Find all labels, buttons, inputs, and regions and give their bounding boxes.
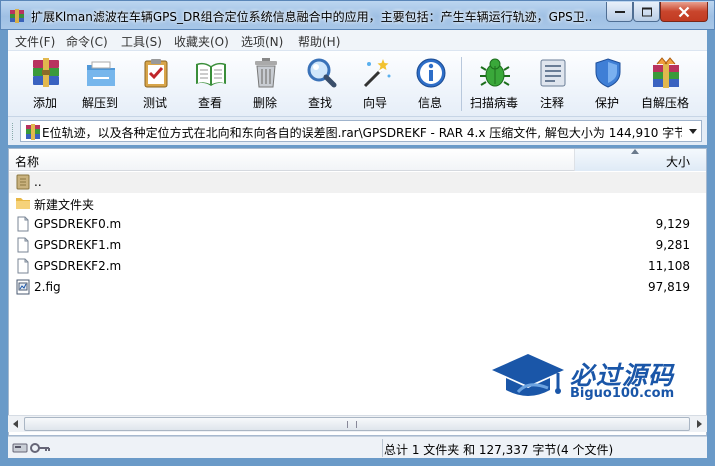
menu-tools[interactable]: 工具(S) bbox=[121, 33, 162, 50]
file-icon bbox=[17, 258, 29, 274]
rar-archive-icon bbox=[26, 124, 40, 140]
parent-folder-icon bbox=[16, 174, 30, 190]
address-bar: E位轨迹，以及各种定位方式在北向和东向各自的误差图.rar\GPSDREKF -… bbox=[8, 116, 707, 145]
status-summary: 总计 1 文件夹 和 127,337 字节(4 个文件) bbox=[384, 443, 614, 457]
find-magnifier-icon bbox=[307, 58, 337, 88]
extract-to-button[interactable]: 解压到 bbox=[73, 51, 127, 117]
item-size: 9,129 bbox=[655, 217, 690, 231]
column-size-header[interactable]: 大小 bbox=[575, 149, 706, 171]
sfx-archive-icon bbox=[653, 57, 679, 88]
scan-virus-label: 扫描病毒 bbox=[469, 96, 518, 110]
list-item-file[interactable]: GPSDREKF1.m 9,281 bbox=[9, 235, 706, 256]
wizard-wand-icon bbox=[363, 59, 391, 88]
delete-trash-icon bbox=[255, 58, 277, 88]
item-name: 新建文件夹 bbox=[34, 198, 95, 212]
maximize-button[interactable] bbox=[633, 2, 660, 22]
extract-to-folder-icon bbox=[87, 61, 115, 86]
test-clipboard-icon bbox=[144, 59, 168, 88]
scan-virus-icon bbox=[480, 58, 510, 87]
find-button[interactable]: 查找 bbox=[293, 51, 347, 117]
test-button[interactable]: 测试 bbox=[128, 51, 182, 117]
watermark-site: Biguo100.com bbox=[570, 386, 675, 401]
item-name: 2.fig bbox=[34, 280, 61, 294]
list-item-parent[interactable]: .. bbox=[9, 172, 706, 193]
item-name: .. bbox=[34, 175, 42, 189]
list-item-file[interactable]: 2.fig 97,819 bbox=[9, 277, 706, 298]
close-button[interactable] bbox=[660, 2, 708, 22]
menu-commands[interactable]: 命令(C) bbox=[66, 33, 108, 50]
add-archive-icon bbox=[33, 58, 59, 87]
comment-icon bbox=[540, 59, 566, 87]
scroll-right-icon[interactable] bbox=[693, 418, 705, 430]
column-name-header[interactable]: 名称 bbox=[15, 153, 39, 170]
horizontal-scrollbar[interactable] bbox=[8, 415, 707, 432]
item-name: GPSDREKF1.m bbox=[34, 238, 122, 252]
scrollbar-thumb[interactable] bbox=[24, 417, 690, 431]
toolbar: 添加 解压到 测试 查看 删除 查找 向导 信息 扫描病毒 注释 保护 自解压格 bbox=[8, 50, 707, 116]
info-label: 信息 bbox=[417, 96, 442, 110]
close-icon bbox=[678, 6, 690, 17]
item-size: 11,108 bbox=[648, 259, 690, 273]
protect-shield-icon bbox=[595, 58, 621, 88]
folder-icon bbox=[16, 198, 30, 209]
list-item-file[interactable]: GPSDREKF0.m 9,129 bbox=[9, 214, 706, 235]
dropdown-arrow-icon[interactable] bbox=[689, 129, 697, 134]
window-title: 扩展Klman滤波在车辆GPS_DR组合定位系统信息融合中的应用，主要包括：产生… bbox=[31, 10, 591, 24]
maximize-icon bbox=[641, 7, 652, 16]
menu-help[interactable]: 帮助(H) bbox=[298, 33, 340, 50]
item-name: GPSDREKF0.m bbox=[34, 217, 122, 231]
wizard-button[interactable]: 向导 bbox=[348, 51, 402, 117]
address-path: E位轨迹，以及各种定位方式在北向和东向各自的误差图.rar\GPSDREKF -… bbox=[42, 126, 682, 140]
figure-file-icon bbox=[16, 279, 30, 295]
minimize-icon bbox=[614, 10, 625, 13]
winrar-app-icon bbox=[10, 9, 24, 23]
protect-button[interactable]: 保护 bbox=[580, 51, 634, 117]
view-book-icon bbox=[196, 62, 226, 86]
add-button[interactable]: 添加 bbox=[18, 51, 72, 117]
menu-file[interactable]: 文件(F) bbox=[15, 33, 55, 50]
list-item-folder[interactable]: 新建文件夹 bbox=[9, 193, 706, 214]
comment-button[interactable]: 注释 bbox=[525, 51, 579, 117]
drive-key-icon[interactable] bbox=[12, 441, 52, 455]
list-item-file[interactable]: GPSDREKF2.m 11,108 bbox=[9, 256, 706, 277]
status-bar: 总计 1 文件夹 和 127,337 字节(4 个文件) bbox=[8, 436, 707, 458]
item-name: GPSDREKF2.m bbox=[34, 259, 122, 273]
delete-button[interactable]: 删除 bbox=[238, 51, 292, 117]
status-divider bbox=[382, 439, 383, 457]
sort-ascending-icon bbox=[631, 149, 639, 154]
menu-options[interactable]: 选项(N) bbox=[241, 33, 283, 50]
menu-favorites[interactable]: 收藏夹(O) bbox=[174, 33, 229, 50]
address-grip bbox=[12, 123, 16, 140]
list-header: 名称 大小 bbox=[9, 149, 706, 171]
sfx-button[interactable]: 自解压格 bbox=[638, 51, 692, 117]
view-button[interactable]: 查看 bbox=[183, 51, 237, 117]
protect-label: 保护 bbox=[594, 96, 619, 110]
watermark-logo: 必过源码 Biguo100.com bbox=[488, 348, 698, 408]
info-button[interactable]: 信息 bbox=[403, 51, 457, 117]
minimize-button[interactable] bbox=[606, 2, 633, 22]
address-field[interactable]: E位轨迹，以及各种定位方式在北向和东向各自的误差图.rar\GPSDREKF -… bbox=[20, 120, 702, 142]
scrollbar-grip bbox=[347, 421, 357, 428]
column-size-label: 大小 bbox=[665, 155, 690, 169]
item-size: 97,819 bbox=[648, 280, 690, 294]
title-bar: 扩展Klman滤波在车辆GPS_DR组合定位系统信息融合中的应用，主要包括：产生… bbox=[0, 0, 715, 30]
sfx-label: 自解压格 bbox=[640, 96, 689, 110]
item-size: 9,281 bbox=[655, 238, 690, 252]
file-icon bbox=[17, 237, 29, 253]
scroll-left-icon[interactable] bbox=[10, 418, 22, 430]
file-icon bbox=[17, 216, 29, 232]
graduation-cap-icon bbox=[492, 354, 564, 396]
info-icon bbox=[416, 58, 446, 88]
scan-virus-button[interactable]: 扫描病毒 bbox=[467, 51, 521, 117]
menu-bar: 文件(F) 命令(C) 工具(S) 收藏夹(O) 选项(N) 帮助(H) bbox=[8, 30, 707, 50]
